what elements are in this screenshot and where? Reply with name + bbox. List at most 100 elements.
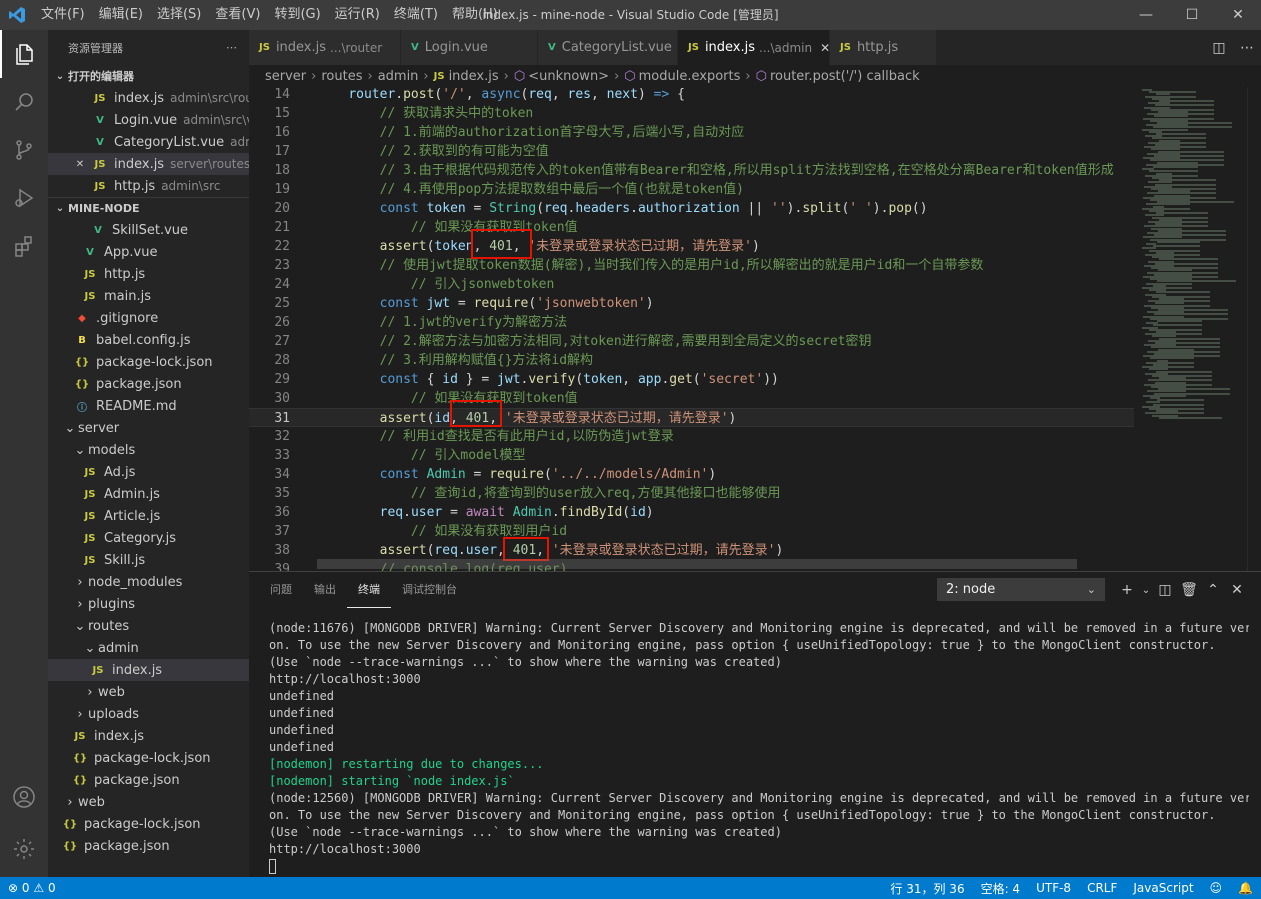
breadcrumb-symbol[interactable]: router.post('/') callback	[770, 69, 920, 84]
settings-gear-icon[interactable]	[0, 825, 48, 873]
feedback-icon[interactable]: ☺	[1202, 881, 1231, 895]
minimap[interactable]	[1134, 87, 1247, 571]
terminal-output[interactable]: (node:11676) [MONGODB DRIVER] Warning: C…	[269, 620, 1249, 875]
close-window-icon[interactable]: ✕	[1215, 0, 1261, 30]
file-item[interactable]: V App.vue	[48, 241, 249, 263]
code-line[interactable]: 23 // 使用jwt提取token数据(解密),当时我们传入的是用户id,所以…	[249, 256, 1134, 275]
account-icon[interactable]	[0, 773, 48, 821]
search-icon[interactable]	[0, 78, 48, 126]
code-line[interactable]: 30 // 如果没有获取到token值	[249, 389, 1134, 408]
code-line[interactable]: 36 req.user = await Admin.findById(id)	[249, 503, 1134, 522]
code-line[interactable]: 31 assert(id, 401, '未登录或登录状态已过期，请先登录')	[249, 408, 1134, 427]
menu-item[interactable]: 选择(S)	[150, 0, 208, 30]
source-control-icon[interactable]	[0, 126, 48, 174]
file-item[interactable]: JS Article.js	[48, 505, 249, 527]
code-line[interactable]: 34 const Admin = require('../../models/A…	[249, 465, 1134, 484]
close-icon[interactable]: ✕	[72, 159, 88, 170]
open-editor-item[interactable]: ✕ JS index.js server\routes\a...	[48, 153, 249, 175]
open-editor-item[interactable]: JS index.js admin\src\router	[48, 87, 249, 109]
code-line[interactable]: 18 // 3.由于根据代码规范传入的token值带有Bearer和空格,所以用…	[249, 161, 1134, 180]
menu-item[interactable]: 帮助(H)	[445, 0, 505, 30]
split-terminal-icon[interactable]: ◫	[1153, 582, 1177, 598]
file-item[interactable]: {} package-lock.json	[48, 747, 249, 769]
explorer-icon[interactable]	[0, 30, 48, 78]
code-line[interactable]: 19 // 4.再使用pop方法提取数组中最后一个值(也就是token值)	[249, 180, 1134, 199]
menu-item[interactable]: 转到(G)	[267, 0, 327, 30]
tab-login-vue[interactable]: V Login.vue	[401, 30, 538, 65]
file-item[interactable]: ⓘ README.md	[48, 395, 249, 417]
file-item[interactable]: JS Category.js	[48, 527, 249, 549]
code-line[interactable]: 16 // 1.前端的authorization首字母大写,后端小写,自动对应	[249, 123, 1134, 142]
file-item[interactable]: {} package-lock.json	[48, 813, 249, 835]
code-line[interactable]: 20 const token = String(req.headers.auth…	[249, 199, 1134, 218]
code-line[interactable]: 32 // 利用id查找是否有此用户id,以防伪造jwt登录	[249, 427, 1134, 446]
code-line[interactable]: 28 // 3.利用解构赋值{}方法将id解构	[249, 351, 1134, 370]
file-item[interactable]: JS Skill.js	[48, 549, 249, 571]
maximize-icon[interactable]: ☐	[1169, 0, 1215, 30]
folder-item[interactable]: ⌄ models	[48, 439, 249, 461]
folder-item[interactable]: ⌄ server	[48, 417, 249, 439]
file-item[interactable]: JS index.js	[48, 659, 249, 681]
folder-item[interactable]: › uploads	[48, 703, 249, 725]
open-editor-item[interactable]: V CategoryList.vue adm...	[48, 131, 249, 153]
open-editor-item[interactable]: V Login.vue admin\src\vi...	[48, 109, 249, 131]
language-mode[interactable]: JavaScript	[1125, 881, 1201, 895]
code-line[interactable]: 33 // 引入model模型	[249, 446, 1134, 465]
menu-item[interactable]: 查看(V)	[208, 0, 267, 30]
folder-item[interactable]: › plugins	[48, 593, 249, 615]
folder-item[interactable]: › web	[48, 791, 249, 813]
file-item[interactable]: Bbabel.config.js	[48, 329, 249, 351]
breadcrumb-item[interactable]: server	[265, 69, 306, 84]
file-item[interactable]: {} package-lock.json	[48, 351, 249, 373]
more-actions-icon[interactable]: ⋯	[226, 41, 237, 54]
file-item[interactable]: JS main.js	[48, 285, 249, 307]
folder-item[interactable]: › web	[48, 681, 249, 703]
file-item[interactable]: ◆ .gitignore	[48, 307, 249, 329]
cursor-position[interactable]: 行 31，列 36	[882, 880, 972, 897]
minimize-icon[interactable]: —	[1123, 0, 1169, 30]
vertical-scrollbar[interactable]	[1247, 87, 1261, 571]
code-line[interactable]: 29 const { id } = jwt.verify(token, app.…	[249, 370, 1134, 389]
file-item[interactable]: JS index.js	[48, 725, 249, 747]
notifications-icon[interactable]: 🔔	[1230, 881, 1261, 895]
extensions-icon[interactable]	[0, 222, 48, 270]
folder-item[interactable]: ⌄ routes	[48, 615, 249, 637]
panel-tab[interactable]: 终端	[347, 572, 391, 608]
tab-http-js[interactable]: JS http.js	[830, 30, 937, 65]
code-line[interactable]: 37 // 如果没有获取到用户id	[249, 522, 1134, 541]
code-line[interactable]: 21 // 如果没有获取到token值	[249, 218, 1134, 237]
file-item[interactable]: JS Ad.js	[48, 461, 249, 483]
code-line[interactable]: 17 // 2.获取到的有可能为空值	[249, 142, 1134, 161]
errors-status[interactable]: ⊗ 0 ⚠ 0	[8, 881, 56, 895]
line-ending[interactable]: CRLF	[1079, 881, 1125, 895]
new-terminal-icon[interactable]: +	[1115, 582, 1139, 598]
open-editor-item[interactable]: JS http.js admin\src	[48, 175, 249, 197]
file-item[interactable]: JS http.js	[48, 263, 249, 285]
close-panel-icon[interactable]: ✕	[1225, 582, 1249, 598]
trash-icon[interactable]: 🗑	[1177, 582, 1201, 598]
split-editor-icon[interactable]: ◫	[1205, 40, 1233, 56]
menu-item[interactable]: 运行(R)	[328, 0, 387, 30]
panel-tab[interactable]: 调试控制台	[391, 572, 468, 608]
code-line[interactable]: 15 // 获取请求头中的token	[249, 104, 1134, 123]
maximize-panel-icon[interactable]: ⌃	[1201, 582, 1225, 598]
folder-item[interactable]: › node_modules	[48, 571, 249, 593]
horizontal-scrollbar[interactable]	[317, 559, 1077, 569]
menu-item[interactable]: 文件(F)	[34, 0, 92, 30]
code-line[interactable]: 24 // 引入jsonwebtoken	[249, 275, 1134, 294]
close-icon[interactable]: ✕	[820, 41, 830, 55]
code-editor[interactable]: 14 router.post('/', async(req, res, next…	[249, 87, 1261, 571]
tab-index-js[interactable]: JS index.js ...\router	[249, 30, 401, 65]
project-section[interactable]: ⌄ MINE-NODE	[48, 197, 249, 219]
terminal-prompt[interactable]	[269, 858, 1249, 875]
panel-tab[interactable]: 问题	[259, 572, 303, 608]
code-line[interactable]: 27 // 2.解密方法与加密方法相同,对token进行解密,需要用到全局定义的…	[249, 332, 1134, 351]
code-line[interactable]: 22 assert(token, 401, '未登录或登录状态已过期，请先登录'…	[249, 237, 1134, 256]
chevron-down-icon[interactable]: ⌄	[1139, 585, 1153, 596]
panel-tab[interactable]: 输出	[303, 572, 347, 608]
terminal-select[interactable]: 2: node ⌄	[937, 578, 1105, 601]
code-line[interactable]: 25 const jwt = require('jsonwebtoken')	[249, 294, 1134, 313]
breadcrumb-symbol[interactable]: module.exports	[639, 69, 741, 84]
file-item[interactable]: V SkillSet.vue	[48, 219, 249, 241]
tab-index-js[interactable]: JS index.js ...\admin ✕	[678, 30, 830, 65]
